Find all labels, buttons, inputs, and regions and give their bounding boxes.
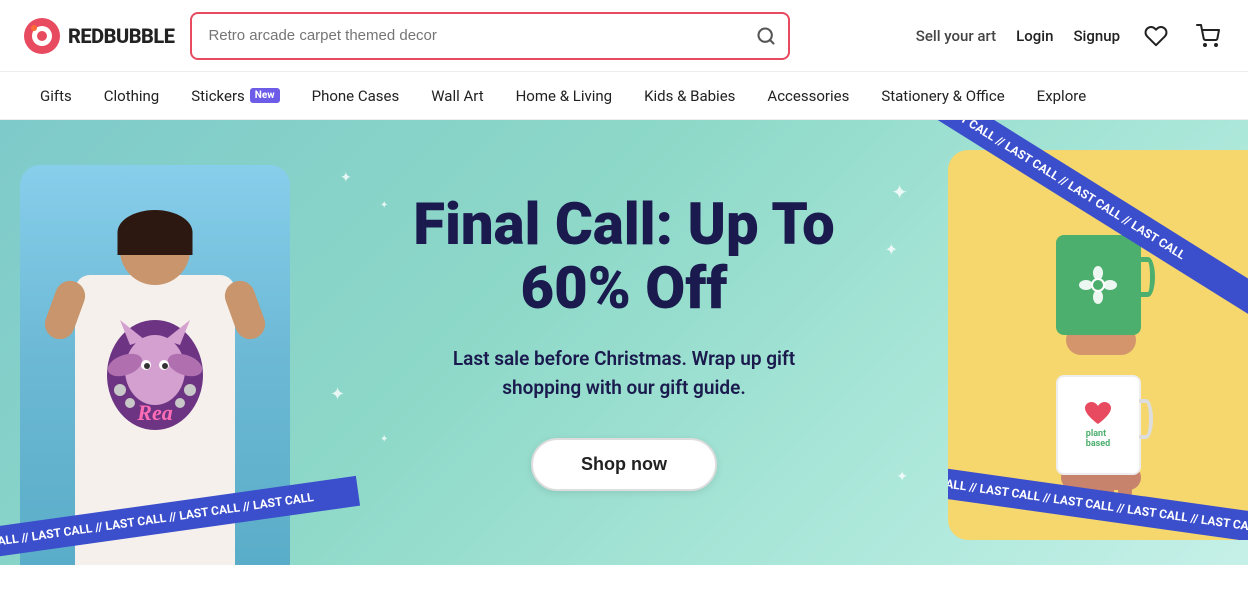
cart-button[interactable] (1192, 20, 1224, 52)
search-bar (190, 12, 790, 60)
search-input[interactable] (190, 12, 790, 60)
mug-white: plantbased (1056, 375, 1141, 475)
heart-icon (1144, 24, 1168, 48)
nav-item-explore[interactable]: Explore (1021, 72, 1103, 120)
wishlist-button[interactable] (1140, 20, 1172, 52)
hero-banner: ✦ ✦ ✦ ✦ ✦ ✦ ✦ (0, 120, 1248, 565)
nav-item-kids-babies[interactable]: Kids & Babies (628, 72, 751, 120)
header-actions: Sell your art Login Signup (916, 20, 1224, 52)
hoodie-graphic: Rea (100, 295, 210, 435)
cart-icon (1196, 24, 1220, 48)
sell-your-art-link[interactable]: Sell your art (916, 27, 996, 45)
redbubble-logo-icon (24, 18, 60, 54)
hoodie-art: Rea (100, 295, 210, 435)
main-nav: Gifts Clothing Stickers New Phone Cases … (0, 72, 1248, 120)
person-hair (118, 210, 193, 255)
hero-content: Final Call: Up To 60% Off Last sale befo… (413, 194, 834, 492)
svg-text:Rea: Rea (136, 400, 172, 425)
nav-item-gifts[interactable]: Gifts (24, 72, 88, 120)
header: REDBUBBLE Sell your art Login Signup (0, 0, 1248, 72)
nav-item-clothing[interactable]: Clothing (88, 72, 176, 120)
star-decoration: ✦ (885, 240, 898, 259)
mug-green-container (1056, 235, 1141, 335)
flower-icon (1076, 263, 1121, 308)
heart-mug-icon (1083, 401, 1113, 427)
nav-item-home-living[interactable]: Home & Living (500, 72, 628, 120)
star-decoration: ✦ (340, 170, 352, 186)
nav-item-stickers[interactable]: Stickers New (175, 72, 295, 120)
hero-left-panel: Rea LAST CALL // LAST CALL // L (0, 120, 310, 565)
login-link[interactable]: Login (1016, 27, 1053, 45)
star-decoration: ✦ (380, 434, 388, 445)
arm-right (221, 277, 270, 344)
mug-white-container: plantbased (1056, 375, 1141, 475)
nav-item-phone-cases[interactable]: Phone Cases (296, 72, 416, 120)
nav-item-wall-art[interactable]: Wall Art (415, 72, 499, 120)
star-decoration: ✦ (380, 200, 388, 211)
search-icon (756, 26, 776, 46)
hero-subtitle: Last sale before Christmas. Wrap up gift… (413, 345, 834, 402)
nav-item-accessories[interactable]: Accessories (751, 72, 865, 120)
shop-now-button[interactable]: Shop now (531, 438, 717, 491)
arm-left (41, 277, 90, 344)
mug-green (1056, 235, 1141, 335)
star-decoration: ✦ (330, 384, 345, 405)
hero-title: Final Call: Up To 60% Off (413, 194, 834, 322)
logo[interactable]: REDBUBBLE (24, 18, 174, 54)
logo-text: REDBUBBLE (68, 24, 174, 48)
mug-handle-white (1139, 399, 1153, 439)
nav-item-stationery-office[interactable]: Stationery & Office (865, 72, 1020, 120)
star-decoration: ✦ (891, 180, 908, 204)
mug-content: plantbased (1083, 401, 1113, 449)
star-decoration: ✦ (896, 469, 908, 485)
mug-handle-green (1141, 257, 1155, 297)
new-badge: New (250, 88, 280, 103)
signup-link[interactable]: Signup (1073, 27, 1120, 45)
plant-based-text: plantbased (1086, 429, 1110, 449)
search-button[interactable] (742, 12, 790, 60)
